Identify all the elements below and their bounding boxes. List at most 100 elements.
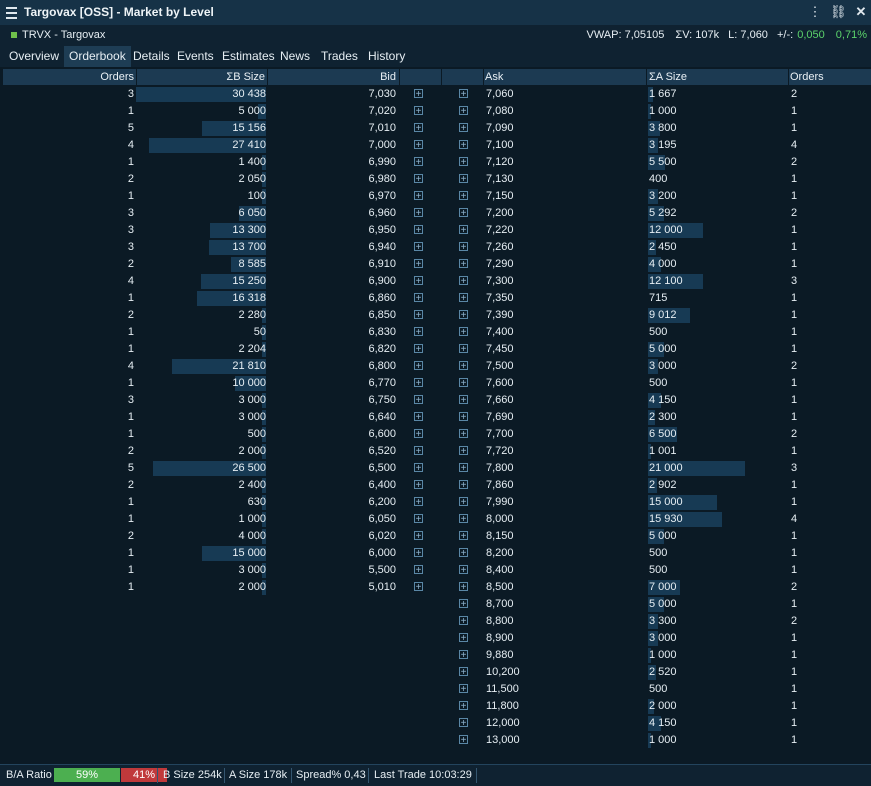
tab-events[interactable]: Events — [172, 46, 219, 67]
ask-expand-icon[interactable]: + — [459, 684, 468, 695]
ask-price[interactable]: 8,500 — [486, 581, 514, 594]
ask-expand-icon[interactable]: + — [459, 191, 468, 202]
ask-expand-icon[interactable]: + — [459, 327, 468, 338]
bid-price[interactable]: 6,520 — [300, 445, 396, 458]
ask-expand-icon[interactable]: + — [459, 599, 468, 610]
bid-price[interactable]: 6,020 — [300, 530, 396, 543]
tab-overview[interactable]: Overview — [4, 46, 64, 67]
ask-expand-icon[interactable]: + — [459, 395, 468, 406]
ask-price[interactable]: 7,090 — [486, 122, 514, 135]
ask-expand-icon[interactable]: + — [459, 565, 468, 576]
ask-expand-icon[interactable]: + — [459, 463, 468, 474]
ask-price[interactable]: 8,900 — [486, 632, 514, 645]
ask-price[interactable]: 7,500 — [486, 360, 514, 373]
ask-price[interactable]: 8,800 — [486, 615, 514, 628]
bid-price[interactable]: 6,950 — [300, 224, 396, 237]
bid-price[interactable]: 6,000 — [300, 547, 396, 560]
ask-price[interactable]: 8,150 — [486, 530, 514, 543]
ask-expand-icon[interactable]: + — [459, 446, 468, 457]
bid-expand-icon[interactable]: + — [414, 242, 423, 253]
ask-price[interactable]: 7,100 — [486, 139, 514, 152]
close-icon[interactable]: ✕ — [853, 4, 869, 20]
ask-expand-icon[interactable]: + — [459, 667, 468, 678]
ask-expand-icon[interactable]: + — [459, 123, 468, 134]
bid-expand-icon[interactable]: + — [414, 446, 423, 457]
ask-expand-icon[interactable]: + — [459, 344, 468, 355]
ask-price[interactable]: 7,080 — [486, 105, 514, 118]
symbol-name[interactable]: TRVX - Targovax — [22, 29, 105, 41]
ask-price[interactable]: 8,200 — [486, 547, 514, 560]
ask-expand-icon[interactable]: + — [459, 106, 468, 117]
bid-expand-icon[interactable]: + — [414, 480, 423, 491]
bid-expand-icon[interactable]: + — [414, 361, 423, 372]
ask-expand-icon[interactable]: + — [459, 276, 468, 287]
bid-price[interactable]: 6,900 — [300, 275, 396, 288]
ask-expand-icon[interactable]: + — [459, 242, 468, 253]
bid-price[interactable]: 5,500 — [300, 564, 396, 577]
tab-news[interactable]: News — [275, 46, 315, 67]
bid-price[interactable]: 6,200 — [300, 496, 396, 509]
ask-price[interactable]: 11,500 — [486, 683, 519, 696]
bid-price[interactable]: 6,750 — [300, 394, 396, 407]
bid-expand-icon[interactable]: + — [414, 497, 423, 508]
bid-expand-icon[interactable]: + — [414, 412, 423, 423]
bid-expand-icon[interactable]: + — [414, 310, 423, 321]
bid-expand-icon[interactable]: + — [414, 140, 423, 151]
bid-price[interactable]: 6,640 — [300, 411, 396, 424]
tab-estimates[interactable]: Estimates — [217, 46, 280, 67]
ask-price[interactable]: 7,450 — [486, 343, 514, 356]
bid-price[interactable]: 7,030 — [300, 88, 396, 101]
bid-price[interactable]: 6,850 — [300, 309, 396, 322]
bid-expand-icon[interactable]: + — [414, 157, 423, 168]
bid-price[interactable]: 6,910 — [300, 258, 396, 271]
bid-expand-icon[interactable]: + — [414, 106, 423, 117]
ask-expand-icon[interactable]: + — [459, 514, 468, 525]
ask-price[interactable]: 7,200 — [486, 207, 514, 220]
ask-expand-icon[interactable]: + — [459, 378, 468, 389]
ask-expand-icon[interactable]: + — [459, 718, 468, 729]
ask-price[interactable]: 11,800 — [486, 700, 519, 713]
ask-price[interactable]: 8,700 — [486, 598, 514, 611]
bid-expand-icon[interactable]: + — [414, 395, 423, 406]
ask-expand-icon[interactable]: + — [459, 548, 468, 559]
tab-details[interactable]: Details — [128, 46, 175, 67]
bid-expand-icon[interactable]: + — [414, 429, 423, 440]
bid-expand-icon[interactable]: + — [414, 378, 423, 389]
ask-expand-icon[interactable]: + — [459, 497, 468, 508]
ask-expand-icon[interactable]: + — [459, 650, 468, 661]
bid-expand-icon[interactable]: + — [414, 565, 423, 576]
ask-price[interactable]: 7,390 — [486, 309, 514, 322]
ask-price[interactable]: 7,300 — [486, 275, 514, 288]
ask-expand-icon[interactable]: + — [459, 174, 468, 185]
bid-price[interactable]: 6,770 — [300, 377, 396, 390]
ask-price[interactable]: 7,220 — [486, 224, 514, 237]
bid-expand-icon[interactable]: + — [414, 582, 423, 593]
bid-price[interactable]: 7,020 — [300, 105, 396, 118]
ask-price[interactable]: 7,800 — [486, 462, 514, 475]
bid-expand-icon[interactable]: + — [414, 191, 423, 202]
bid-price[interactable]: 6,960 — [300, 207, 396, 220]
bid-price[interactable]: 6,980 — [300, 173, 396, 186]
ask-price[interactable]: 7,990 — [486, 496, 514, 509]
ask-expand-icon[interactable]: + — [459, 225, 468, 236]
bid-price[interactable]: 6,800 — [300, 360, 396, 373]
more-options-icon[interactable]: ⋮ — [807, 4, 823, 20]
bid-expand-icon[interactable]: + — [414, 514, 423, 525]
bid-price[interactable]: 6,940 — [300, 241, 396, 254]
bid-expand-icon[interactable]: + — [414, 327, 423, 338]
ask-expand-icon[interactable]: + — [459, 293, 468, 304]
bid-price[interactable]: 6,860 — [300, 292, 396, 305]
hamburger-menu-icon[interactable] — [6, 7, 17, 19]
ask-expand-icon[interactable]: + — [459, 616, 468, 627]
header-ask-size[interactable]: ΣA Size — [649, 70, 687, 84]
bid-price[interactable]: 6,050 — [300, 513, 396, 526]
ask-price[interactable]: 12,000 — [486, 717, 520, 730]
ask-expand-icon[interactable]: + — [459, 259, 468, 270]
bid-expand-icon[interactable]: + — [414, 531, 423, 542]
ask-price[interactable]: 7,720 — [486, 445, 514, 458]
ask-price[interactable]: 7,350 — [486, 292, 514, 305]
ask-price[interactable]: 8,400 — [486, 564, 514, 577]
ask-price[interactable]: 7,600 — [486, 377, 514, 390]
bid-expand-icon[interactable]: + — [414, 276, 423, 287]
bid-price[interactable]: 6,400 — [300, 479, 396, 492]
